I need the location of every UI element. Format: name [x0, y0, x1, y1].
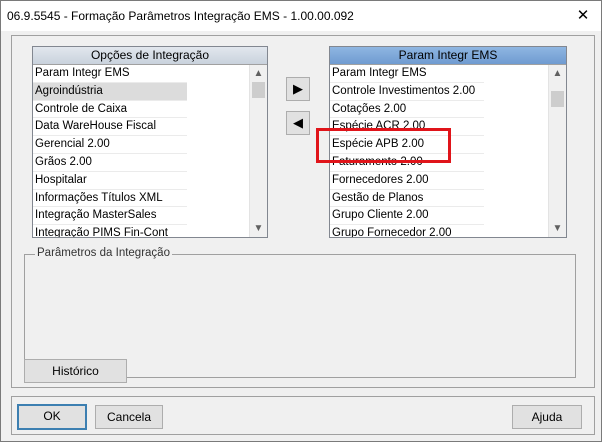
close-icon[interactable]: ✕ — [573, 7, 593, 25]
list-item[interactable]: Gestão de Planos — [330, 190, 484, 208]
list-item[interactable]: Gerencial 2.00 — [33, 136, 187, 154]
highlight-box — [316, 128, 451, 163]
list-item[interactable]: Agroindústria — [33, 82, 187, 101]
list-item[interactable]: Fornecedores 2.00 — [330, 172, 484, 190]
list-item[interactable]: Grupo Fornecedor 2.00 — [330, 225, 484, 237]
right-list-scrollbar[interactable]: ▲ ▼ — [548, 65, 566, 237]
integration-options-list[interactable]: Opções de Integração Param Integr EMS Agr… — [32, 46, 268, 238]
cancel-button[interactable]: Cancela — [95, 405, 163, 429]
list-item[interactable]: Informações Títulos XML — [33, 190, 187, 208]
list-item[interactable]: Controle de Caixa — [33, 101, 187, 119]
list-item[interactable]: Cotações 2.00 — [330, 101, 484, 119]
dialog-window: 06.9.5545 - Formação Parâmetros Integraç… — [0, 0, 602, 442]
right-scroll-thumb[interactable] — [551, 91, 564, 107]
scroll-down-icon[interactable]: ▼ — [549, 220, 566, 237]
arrow-right-icon: ▶ — [293, 81, 303, 96]
scroll-down-icon[interactable]: ▼ — [250, 220, 267, 237]
window-title: 06.9.5545 - Formação Parâmetros Integraç… — [7, 9, 354, 23]
list-item[interactable]: Grupo Cliente 2.00 — [330, 207, 484, 226]
list-item[interactable]: Param Integr EMS — [33, 65, 187, 83]
remove-arrow-button[interactable]: ◀ — [286, 111, 310, 135]
left-list-scrollbar[interactable]: ▲ ▼ — [249, 65, 267, 237]
list-item[interactable]: Grãos 2.00 — [33, 154, 187, 172]
left-scroll-thumb[interactable] — [252, 82, 265, 98]
historico-button[interactable]: Histórico — [24, 359, 127, 383]
ok-button[interactable]: OK — [17, 404, 87, 430]
list-item[interactable]: Integração PIMS Fin-Cont — [33, 225, 187, 237]
integration-options-items: Param Integr EMS Agroindústria Controle de… — [33, 65, 187, 237]
add-arrow-button[interactable]: ▶ — [286, 77, 310, 101]
list-item[interactable]: Data WareHouse Fiscal — [33, 118, 187, 137]
help-button[interactable]: Ajuda — [512, 405, 582, 429]
list-item[interactable]: Param Integr EMS — [330, 65, 484, 83]
param-integr-header[interactable]: Param Integr EMS — [330, 47, 566, 65]
integration-parameters-label: Parâmetros da Integração — [35, 247, 172, 259]
integration-options-header[interactable]: Opções de Integração — [33, 47, 267, 65]
title-bar: 06.9.5545 - Formação Parâmetros Integraç… — [1, 1, 601, 31]
list-item[interactable]: Controle Investimentos 2.00 — [330, 83, 484, 101]
arrow-left-icon: ◀ — [293, 115, 303, 130]
scroll-up-icon[interactable]: ▲ — [549, 65, 566, 82]
list-item[interactable]: Integração MasterSales — [33, 207, 187, 226]
scroll-up-icon[interactable]: ▲ — [250, 65, 267, 82]
list-item[interactable]: Hospitalar — [33, 172, 187, 190]
